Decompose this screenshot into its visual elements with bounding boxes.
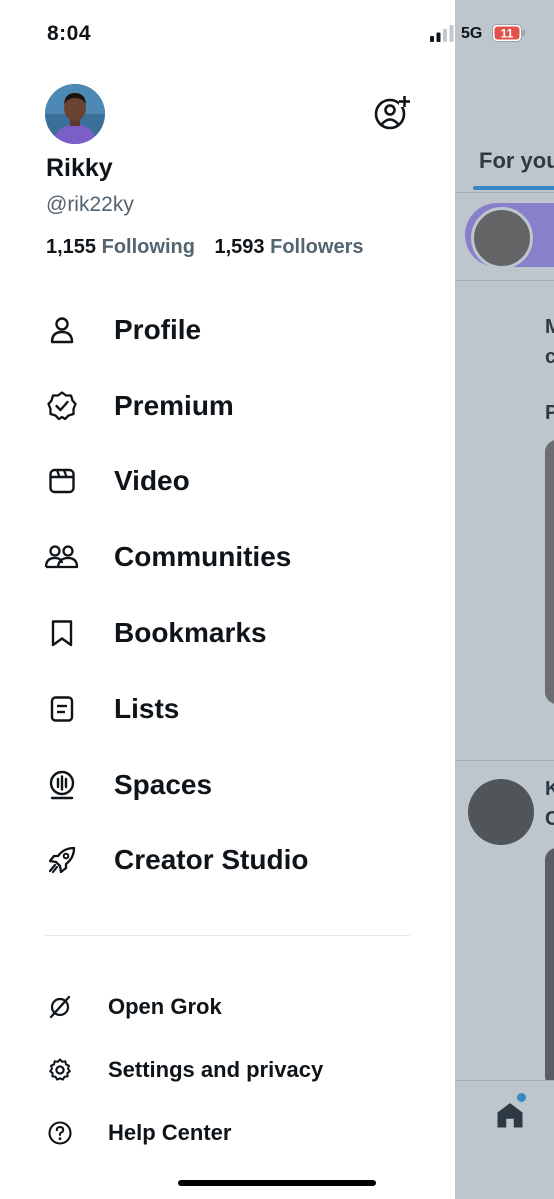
- avatar[interactable]: [45, 84, 105, 144]
- following-count: 1,155: [46, 236, 97, 258]
- home-indicator[interactable]: [178, 1180, 376, 1186]
- menu-item-communities[interactable]: Communities: [0, 519, 455, 595]
- grok-icon: [45, 992, 75, 1022]
- verified-badge-icon: [44, 388, 80, 424]
- menu-item-spaces[interactable]: Spaces: [0, 747, 455, 823]
- username-handle: @rik22ky: [46, 193, 134, 216]
- video-icon: [44, 463, 80, 499]
- menu-item-label: Profile: [114, 313, 202, 345]
- menu-item-label: Open Grok: [108, 993, 222, 1019]
- menu-item-label: Video: [114, 465, 190, 497]
- menu-item-label: Creator Studio: [114, 844, 309, 876]
- drawer-sub-menu: Open Grok Settings and privacy Help Cent…: [0, 975, 455, 1164]
- menu-item-settings-privacy[interactable]: Settings and privacy: [0, 1038, 455, 1101]
- menu-item-label: Premium: [114, 389, 234, 421]
- drawer-menu: Profile Premium Video Communities Bookma…: [0, 292, 455, 898]
- help-icon: [45, 1118, 75, 1148]
- avatar-image: [45, 84, 105, 144]
- status-time: 8:04: [47, 22, 92, 45]
- menu-item-label: Lists: [114, 692, 180, 724]
- bookmark-icon: [44, 615, 80, 651]
- display-name[interactable]: Rikky: [46, 154, 113, 183]
- menu-item-profile[interactable]: Profile: [0, 292, 455, 368]
- battery-icon: 11: [492, 24, 525, 42]
- menu-item-premium[interactable]: Premium: [0, 368, 455, 444]
- menu-item-open-grok[interactable]: Open Grok: [0, 975, 455, 1038]
- menu-divider: [45, 935, 410, 936]
- network-type: 5G: [461, 25, 483, 42]
- gear-icon: [45, 1055, 75, 1085]
- rocket-icon: [44, 842, 80, 878]
- menu-item-label: Communities: [114, 541, 292, 573]
- follow-stats: 1,155 Following 1,593 Followers: [46, 236, 377, 259]
- followers-label: Followers: [270, 236, 364, 258]
- person-icon: [44, 312, 80, 348]
- menu-item-bookmarks[interactable]: Bookmarks: [0, 595, 455, 671]
- menu-item-label: Settings and privacy: [108, 1056, 324, 1082]
- side-drawer: Rikky @rik22ky 1,155 Following 1,593 Fol…: [0, 0, 455, 1199]
- battery-level: 11: [501, 27, 514, 41]
- followers-link[interactable]: 1,593 Followers: [215, 236, 364, 259]
- menu-item-video[interactable]: Video: [0, 444, 455, 520]
- menu-item-label: Help Center: [108, 1119, 232, 1145]
- status-bar: 8:04 5G 11: [0, 0, 554, 70]
- list-icon: [44, 691, 80, 727]
- menu-item-label: Spaces: [114, 768, 213, 800]
- overlay-scrim[interactable]: [455, 0, 554, 1199]
- following-link[interactable]: 1,155 Following: [46, 236, 195, 259]
- add-account-icon[interactable]: [373, 93, 411, 131]
- menu-item-label: Bookmarks: [114, 617, 267, 649]
- signal-icon: [430, 25, 454, 42]
- communities-icon: [44, 539, 80, 575]
- spaces-icon: [44, 767, 80, 803]
- menu-item-creator-studio[interactable]: Creator Studio: [0, 823, 455, 899]
- followers-count: 1,593: [214, 236, 265, 258]
- menu-item-help-center[interactable]: Help Center: [0, 1101, 455, 1164]
- menu-item-lists[interactable]: Lists: [0, 671, 455, 747]
- following-label: Following: [101, 236, 195, 258]
